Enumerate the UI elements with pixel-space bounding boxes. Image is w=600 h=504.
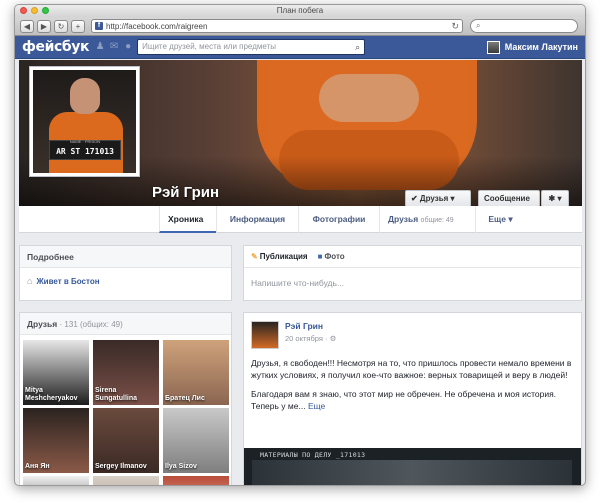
post-author-avatar[interactable] — [251, 321, 279, 349]
tab-friends-label: Друзья — [388, 214, 419, 224]
gear-menu-button[interactable]: ✱ ▾ — [541, 190, 569, 207]
url-text: http://facebook.com/raigreen — [106, 21, 208, 31]
tab-friends-count: общие: 49 — [420, 217, 454, 224]
friend-name: Ilya Sizov — [165, 463, 197, 470]
zoom-window-button[interactable] — [42, 7, 49, 14]
friend-tile[interactable]: Ilya Sizov — [163, 408, 229, 473]
post-header: Рэй Грин 20 октября · ⚙ — [244, 313, 581, 357]
camera-icon: ■ — [317, 252, 323, 261]
see-more-link[interactable]: Еще — [308, 401, 325, 411]
close-window-button[interactable] — [20, 7, 27, 14]
forward-button[interactable]: ▶ — [37, 19, 51, 33]
friends-card: Друзья · 131 (общих: 49) Mitya Meshchery… — [19, 312, 232, 485]
about-card-title: Подробнее — [20, 246, 231, 268]
friend-tile[interactable] — [23, 476, 89, 485]
friend-name: Sergey Ilmanov — [95, 463, 147, 470]
lives-in-text: Живет в Бостон — [36, 276, 100, 286]
friend-name: Братец Лис — [165, 395, 205, 402]
friend-tile[interactable]: Sirena Sungatullina — [93, 340, 159, 405]
tab-friends[interactable]: Друзья общие: 49 — [379, 206, 475, 233]
composer-tab-post[interactable]: ✎ Публикация — [251, 252, 308, 261]
friends-card-header: Друзья · 131 (общих: 49) — [20, 313, 231, 335]
tab-about[interactable]: Информация — [216, 206, 298, 233]
post-body: Друзья, я свободен!!! Несмотря на то, чт… — [244, 357, 581, 412]
facebook-logo[interactable]: фейсбук — [22, 39, 90, 55]
post-paragraph-1: Друзья, я свободен!!! Несмотря на то, чт… — [251, 358, 572, 380]
post-image[interactable]: МАТЕРИАЛЫ ПО ДЕЛУ _171013 — [244, 448, 581, 485]
tab-timeline[interactable]: Хроника — [159, 206, 216, 233]
browser-window: План побега ◀ ▶ ↻ + f http://facebook.co… — [14, 4, 586, 486]
search-placeholder: Ищите друзей, места или предметы — [142, 42, 276, 51]
friends-count: · 131 (общих: 49) — [59, 320, 123, 329]
add-tab-button[interactable]: + — [71, 19, 85, 33]
friend-tile[interactable]: Аня Ян — [23, 408, 89, 473]
reload-button[interactable]: ↻ — [54, 19, 68, 33]
friend-tile[interactable]: Братец Лис — [163, 340, 229, 405]
user-name: Максим Лакутин — [504, 42, 578, 52]
friend-name: Аня Ян — [25, 463, 50, 470]
composer-card: ✎ Публикация ■ Фото Напишите что-нибудь... — [243, 245, 582, 301]
current-user[interactable]: Максим Лакутин — [486, 40, 578, 54]
minimize-window-button[interactable] — [31, 7, 38, 14]
tab-photos[interactable]: Фотографии — [298, 206, 379, 233]
timeline-page: NAME · PRISON AR ST 171013 Рэй Грин ✔ Др… — [15, 59, 585, 485]
post-author[interactable]: Рэй Грин — [285, 321, 336, 331]
favicon-icon: f — [95, 22, 103, 30]
about-card: Подробнее ⌂ Живет в Бостон — [19, 245, 232, 301]
friend-tile[interactable]: Mitya Meshcheryakov — [23, 340, 89, 405]
refresh-icon[interactable]: ↻ — [451, 20, 459, 32]
friend-tile[interactable] — [93, 476, 159, 485]
notifications-icon[interactable]: ● — [123, 42, 133, 52]
facebook-top-bar: фейсбук ♟ ✉ ● Ищите друзей, места или пр… — [15, 36, 585, 59]
friend-tile[interactable] — [163, 476, 229, 485]
title-bar: План побега — [15, 5, 585, 17]
plate-subtitle: NAME · PRISON — [69, 139, 101, 144]
profile-name[interactable]: Рэй Грин — [152, 184, 219, 201]
composer-tabs: ✎ Публикация ■ Фото — [244, 246, 581, 268]
window-controls — [20, 7, 49, 14]
composer-tab-photo[interactable]: ■ Фото — [318, 252, 345, 261]
friend-name: Sirena Sungatullina — [95, 387, 137, 402]
user-avatar — [486, 40, 500, 54]
post-paragraph-2: Благодаря вам я знаю, что этот мир не об… — [251, 389, 557, 411]
messages-icon[interactable]: ✉ — [109, 42, 119, 52]
timeline-tabs: Хроника Информация Фотографии Друзья общ… — [19, 206, 582, 233]
post-image-caption: МАТЕРИАЛЫ ПО ДЕЛУ _171013 — [260, 451, 366, 459]
facebook-search-input[interactable]: Ищите друзей, места или предметы ⌕ — [137, 39, 366, 55]
friend-tile[interactable]: Sergey Ilmanov — [93, 408, 159, 473]
lives-in-row[interactable]: ⌂ Живет в Бостон — [20, 268, 231, 294]
friend-requests-icon[interactable]: ♟ — [95, 42, 105, 52]
message-button[interactable]: Сообщение — [478, 190, 540, 207]
back-button[interactable]: ◀ — [20, 19, 34, 33]
friends-grid: Mitya Meshcheryakov Sirena Sungatullina Бр… — [20, 335, 231, 485]
mugshot-plate: NAME · PRISON AR ST 171013 — [49, 139, 121, 160]
browser-toolbar: ◀ ▶ ↻ + f http://facebook.com/raigreen ↻… — [15, 17, 585, 36]
browser-search-field[interactable]: ⌕ — [470, 19, 578, 33]
profile-picture[interactable]: NAME · PRISON AR ST 171013 — [29, 66, 140, 177]
post-card: Рэй Грин 20 октября · ⚙ Друзья, я свобод… — [243, 312, 582, 485]
friends-title[interactable]: Друзья — [27, 319, 57, 329]
tab-more[interactable]: Еще ▾ — [475, 206, 525, 233]
home-icon: ⌂ — [27, 276, 33, 286]
plate-number: AR ST 171013 — [56, 147, 114, 156]
friend-name: Mitya Meshcheryakov — [25, 387, 78, 402]
friends-button[interactable]: ✔ Друзья ▾ — [405, 190, 471, 207]
notification-jewels: ♟ ✉ ● — [95, 42, 133, 52]
composer-input[interactable]: Напишите что-нибудь... — [244, 268, 581, 298]
pencil-icon: ✎ — [251, 252, 258, 261]
window-title: План побега — [276, 6, 324, 15]
search-icon[interactable]: ⌕ — [355, 40, 360, 54]
address-bar[interactable]: f http://facebook.com/raigreen ↻ — [91, 19, 463, 33]
search-icon: ⌕ — [476, 21, 481, 30]
post-date[interactable]: 20 октября · ⚙ — [285, 334, 336, 343]
